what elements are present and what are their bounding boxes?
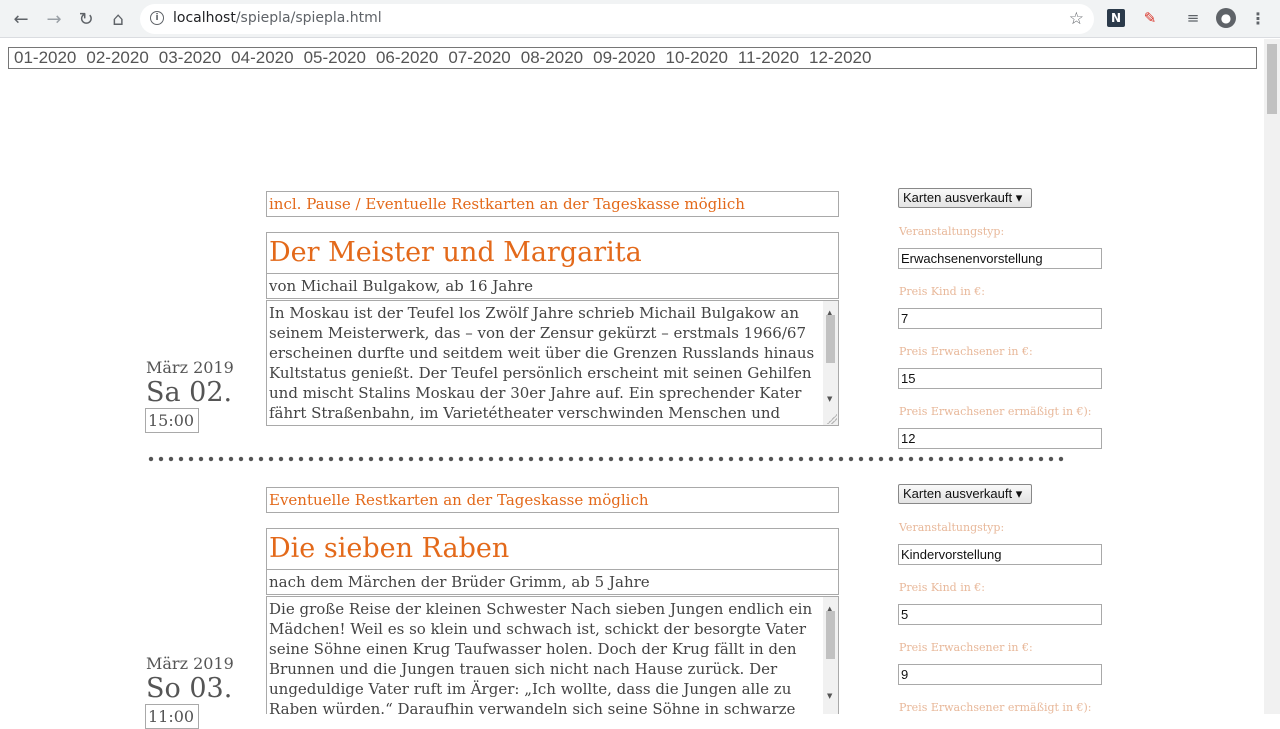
textarea-scroll-thumb[interactable]	[826, 611, 835, 659]
dropdown-arrow-icon: ▾	[1015, 486, 1023, 501]
back-icon[interactable]: ←	[8, 6, 34, 32]
ticket-status-value: Karten ausverkauft	[903, 190, 1013, 205]
event-subtitle-field[interactable]: von Michail Bulgakow, ab 16 Jahre	[266, 273, 839, 299]
month-link[interactable]: 10-2020	[666, 48, 728, 67]
event-separator	[146, 455, 1066, 463]
price-child-field[interactable]: 5	[898, 604, 1102, 625]
page-scrollbar[interactable]	[1264, 39, 1280, 714]
scroll-down-icon[interactable]: ▼	[827, 389, 832, 409]
price-child-label: Preis Kind in €:	[899, 285, 985, 298]
event-type-label: Veranstaltungstyp:	[899, 521, 1005, 534]
url-host: localhost	[173, 10, 236, 26]
textarea-scrollbar[interactable]: ▲ ▼	[823, 301, 838, 425]
event-title-field[interactable]: Der Meister und Margarita	[266, 232, 839, 274]
event-time-field[interactable]: 15:00	[145, 408, 199, 433]
account-icon[interactable]: ●	[1216, 8, 1236, 28]
month-link[interactable]: 08-2020	[521, 48, 583, 67]
month-link[interactable]: 11-2020	[738, 48, 799, 67]
month-link[interactable]: 03-2020	[159, 48, 221, 67]
month-link[interactable]: 09-2020	[593, 48, 655, 67]
browser-toolbar: ← → ↻ ⌂ i localhost/spiepla/spiepla.html…	[0, 0, 1280, 38]
event-time-field[interactable]: 11:00	[145, 704, 199, 729]
event-notice-field[interactable]: incl. Pause / Eventuelle Restkarten an d…	[266, 191, 839, 217]
dropdown-arrow-icon: ▾	[1015, 190, 1023, 205]
month-link[interactable]: 07-2020	[448, 48, 510, 67]
event-description-textarea[interactable]: Die große Reise der kleinen Schwester Na…	[266, 596, 839, 714]
month-link[interactable]: 01-2020	[14, 48, 76, 67]
price-child-field[interactable]: 7	[898, 308, 1102, 329]
ticket-status-value: Karten ausverkauft	[903, 486, 1013, 501]
price-adult-label: Preis Erwachsener in €:	[899, 641, 1033, 654]
pen-extension-icon[interactable]: ✎	[1141, 9, 1159, 27]
event-title-field[interactable]: Die sieben Raben	[266, 528, 839, 570]
price-child-label: Preis Kind in €:	[899, 581, 985, 594]
resize-grip-icon[interactable]	[827, 414, 837, 424]
event-type-field[interactable]: Kindervorstellung	[898, 544, 1102, 565]
media-list-icon[interactable]: ≡	[1184, 9, 1202, 27]
event-type-field[interactable]: Erwachsenenvorstellung	[898, 248, 1102, 269]
extension-n-icon[interactable]: N	[1107, 9, 1125, 27]
address-bar[interactable]: i localhost/spiepla/spiepla.html ☆	[140, 4, 1094, 34]
scrollbar-thumb[interactable]	[1267, 44, 1277, 114]
event-description-text: Die große Reise der kleinen Schwester Na…	[269, 600, 813, 714]
event-day: Sa 02.	[146, 377, 233, 408]
event-day: So 03.	[146, 673, 233, 704]
textarea-scrollbar[interactable]: ▲ ▼	[823, 597, 838, 714]
price-reduced-label: Preis Erwachsener ermäßigt in €):	[899, 405, 1092, 418]
event-notice-field[interactable]: Eventuelle Restkarten an der Tageskasse …	[266, 487, 839, 513]
scroll-down-icon[interactable]: ▼	[827, 686, 832, 706]
event-description-textarea[interactable]: In Moskau ist der Teufel los Zwölf Jahre…	[266, 300, 839, 426]
event-description-text: In Moskau ist der Teufel los Zwölf Jahre…	[269, 304, 815, 425]
ticket-status-select[interactable]: Karten ausverkauft ▾	[898, 484, 1032, 504]
url-text[interactable]: localhost/spiepla/spiepla.html	[173, 10, 382, 26]
textarea-scroll-thumb[interactable]	[826, 315, 835, 363]
month-link[interactable]: 02-2020	[86, 48, 148, 67]
reload-icon[interactable]: ↻	[73, 6, 99, 32]
month-link[interactable]: 04-2020	[231, 48, 293, 67]
month-navigation: 01-2020 02-2020 03-2020 04-2020 05-2020 06-20…	[8, 47, 1257, 69]
month-link[interactable]: 05-2020	[304, 48, 366, 67]
ticket-status-select[interactable]: Karten ausverkauft ▾	[898, 188, 1032, 208]
event-month: März 2019	[146, 358, 234, 377]
price-reduced-field[interactable]: 12	[898, 428, 1102, 449]
price-adult-field[interactable]: 9	[898, 664, 1102, 685]
month-link[interactable]: 06-2020	[376, 48, 438, 67]
month-link[interactable]: 12-2020	[809, 48, 871, 67]
event-month: März 2019	[146, 654, 234, 673]
event-type-label: Veranstaltungstyp:	[899, 225, 1005, 238]
event-subtitle-field[interactable]: nach dem Märchen der Brüder Grimm, ab 5 …	[266, 569, 839, 595]
home-icon[interactable]: ⌂	[105, 6, 131, 32]
price-adult-label: Preis Erwachsener in €:	[899, 345, 1033, 358]
price-adult-field[interactable]: 15	[898, 368, 1102, 389]
menu-kebab-icon[interactable]: ⋮	[1249, 9, 1267, 28]
url-path: /spiepla/spiepla.html	[235, 10, 382, 26]
bookmark-star-icon[interactable]: ☆	[1069, 9, 1084, 29]
forward-icon[interactable]: →	[41, 6, 67, 32]
info-icon[interactable]: i	[150, 11, 164, 25]
price-reduced-label: Preis Erwachsener ermäßigt in €):	[899, 701, 1092, 714]
